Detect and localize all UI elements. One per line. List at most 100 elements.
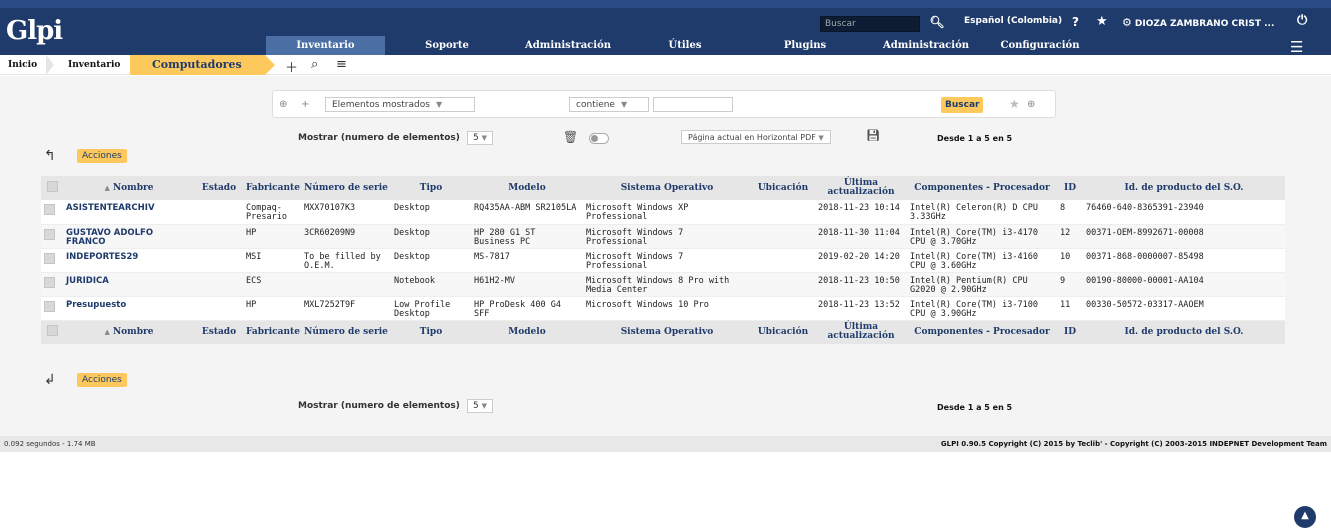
actions-button-bottom[interactable]: Acciones <box>77 373 127 387</box>
cell-tipo: Desktop <box>391 224 471 249</box>
menu-configuracion[interactable]: Configuración <box>990 36 1090 55</box>
menu-administracion[interactable]: Administración <box>508 36 628 55</box>
col-ubicacion[interactable]: Ubicación <box>751 176 815 200</box>
cell-serie: MXL7252T9F <box>301 296 391 321</box>
col-modelo-bottom[interactable]: Modelo <box>471 320 583 344</box>
table-row: Presupuesto HP MXL7252T9F Low Profile De… <box>41 296 1285 321</box>
save-icon[interactable]: 💾︎ <box>866 129 880 142</box>
breadcrumb-inventario[interactable]: Inventario <box>68 55 120 75</box>
power-icon[interactable]: ⏻ <box>1297 13 1307 28</box>
cell-serie: 3CR60209N9 <box>301 224 391 249</box>
list-icon[interactable]: ≡ <box>336 57 347 72</box>
row-checkbox[interactable] <box>41 224 63 249</box>
col-id-bottom[interactable]: ID <box>1057 320 1083 344</box>
cell-procesador: Intel(R) Core(TM) i3-4160 CPU @ 3.60GHz <box>907 248 1057 273</box>
row-name-link[interactable]: ASISTENTEARCHIV <box>63 200 195 225</box>
col-modelo[interactable]: Modelo <box>471 176 583 200</box>
col-ubicacion-bottom[interactable]: Ubicación <box>751 320 815 344</box>
search-icon[interactable]: 🔍︎ <box>929 15 945 31</box>
col-procesador-bottom[interactable]: Componentes - Procesador <box>907 320 1057 344</box>
actions-button-top[interactable]: Acciones <box>77 149 127 163</box>
row-name-link[interactable]: INDEPORTES29 <box>63 248 195 273</box>
cell-actualizacion: 2018-11-23 10:50 <box>815 272 907 297</box>
search-button[interactable]: Buscar <box>941 97 984 113</box>
reset-icon[interactable]: ⊕ <box>1027 99 1035 110</box>
menu-inventario[interactable]: Inventario <box>266 36 385 55</box>
col-estado[interactable]: Estado <box>195 176 243 200</box>
pager-info: Desde 1 a 5 en 5 <box>937 134 1013 143</box>
cell-so: Microsoft Windows XP Professional <box>583 200 751 225</box>
help-icon[interactable]: ? <box>1072 15 1079 29</box>
add-criteria-icon[interactable]: + <box>301 99 309 110</box>
cell-fabricante: Compaq-Presario <box>243 200 301 225</box>
col-serie-bottom[interactable]: Número de serie <box>301 320 391 344</box>
cell-ubicacion <box>751 272 815 297</box>
row-name-link[interactable]: JURIDICA <box>63 272 195 297</box>
row-checkbox[interactable] <box>41 272 63 297</box>
display-count: Mostrar (numero de elementos) 5 ▼ <box>298 131 494 145</box>
col-so[interactable]: Sistema Operativo <box>583 176 751 200</box>
glpi-logo[interactable]: Glpi <box>6 16 63 46</box>
col-procesador[interactable]: Componentes - Procesador <box>907 176 1057 200</box>
col-actualizacion[interactable]: Última actualización <box>815 176 907 200</box>
operator-select[interactable]: contiene ▼ <box>569 97 649 112</box>
col-so-bottom[interactable]: Sistema Operativo <box>583 320 751 344</box>
col-tipo[interactable]: Tipo <box>391 176 471 200</box>
footer-copyright[interactable]: GLPI 0.90.5 Copyright (C) 2015 by Teclib… <box>941 440 1327 448</box>
language-selector[interactable]: Español (Colombia) <box>964 16 1062 26</box>
user-menu[interactable]: ⚙ DIOZA ZAMBRANO CRIST ... <box>1122 16 1274 29</box>
cell-id: 8 <box>1057 200 1083 225</box>
field-select[interactable]: Elementos mostrados ▼ <box>325 97 475 112</box>
select-all-checkbox[interactable] <box>41 176 63 200</box>
menu-soporte[interactable]: Soporte <box>397 36 497 55</box>
col-producto-bottom[interactable]: Id. de producto del S.O. <box>1083 320 1285 344</box>
cell-producto: 00371-868-0000007-85498 <box>1083 248 1285 273</box>
add-icon[interactable]: ＋ <box>285 57 298 76</box>
search-icon[interactable]: ⌕ <box>311 57 318 72</box>
col-fabricante[interactable]: Fabricante <box>243 176 301 200</box>
menu-administracion-2[interactable]: Administración <box>866 36 986 55</box>
cell-tipo: Notebook <box>391 272 471 297</box>
col-id[interactable]: ID <box>1057 176 1083 200</box>
row-name-link[interactable]: GUSTAVO ADOLFO FRANCO <box>63 224 195 249</box>
row-name-link[interactable]: Presupuesto <box>63 296 195 321</box>
global-search-input[interactable]: Buscar <box>820 16 920 32</box>
select-all-checkbox-bottom[interactable] <box>41 320 63 344</box>
star-icon[interactable]: ★ <box>1096 14 1108 29</box>
menu-plugins[interactable]: Plugins <box>770 36 840 55</box>
cell-so: Microsoft Windows 7 Professional <box>583 248 751 273</box>
col-actualizacion-bottom[interactable]: Última actualización <box>815 320 907 344</box>
deleted-toggle[interactable] <box>589 133 609 144</box>
row-checkbox[interactable] <box>41 296 63 321</box>
cell-fabricante: ECS <box>243 272 301 297</box>
row-checkbox[interactable] <box>41 200 63 225</box>
search-value-input[interactable] <box>653 97 733 112</box>
col-fabricante-bottom[interactable]: Fabricante <box>243 320 301 344</box>
col-estado-bottom[interactable]: Estado <box>195 320 243 344</box>
main-content: ⊕ + Elementos mostrados ▼ contiene ▼ Busca… <box>0 76 1331 436</box>
trash-icon[interactable]: 🗑︎ <box>563 130 578 144</box>
cell-serie: MXX70107K3 <box>301 200 391 225</box>
row-checkbox[interactable] <box>41 248 63 273</box>
hamburger-icon[interactable]: ☰ <box>1290 38 1303 56</box>
menu-utiles[interactable]: Útiles <box>645 36 725 55</box>
col-tipo-bottom[interactable]: Tipo <box>391 320 471 344</box>
breadcrumb-current[interactable]: Computadores <box>130 55 275 75</box>
star-bookmark-icon[interactable]: ★ <box>1009 97 1020 111</box>
table-row: JURIDICA ECS Notebook H61H2-MV Microsoft… <box>41 272 1285 297</box>
col-producto[interactable]: Id. de producto del S.O. <box>1083 176 1285 200</box>
col-nombre-bottom[interactable]: ▲ Nombre <box>63 320 195 344</box>
export-select[interactable]: Página actual en Horizontal PDF ▼ <box>681 130 831 144</box>
cell-id: 12 <box>1057 224 1083 249</box>
display-count-select-bottom[interactable]: 5 ▼ <box>467 399 494 413</box>
cell-modelo: HP 280 G1 ST Business PC <box>471 224 583 249</box>
col-nombre[interactable]: ▲ Nombre <box>63 176 195 200</box>
breadcrumb-inicio[interactable]: Inicio <box>8 55 37 75</box>
display-count-select[interactable]: 5 ▼ <box>467 131 494 145</box>
col-serie[interactable]: Número de serie <box>301 176 391 200</box>
scroll-top-button[interactable]: ▲ <box>1294 506 1316 528</box>
cell-fabricante: MSI <box>243 248 301 273</box>
remove-criteria-icon[interactable]: ⊕ <box>279 99 287 110</box>
cell-ubicacion <box>751 248 815 273</box>
display-count-value-bottom: 5 <box>473 401 479 411</box>
